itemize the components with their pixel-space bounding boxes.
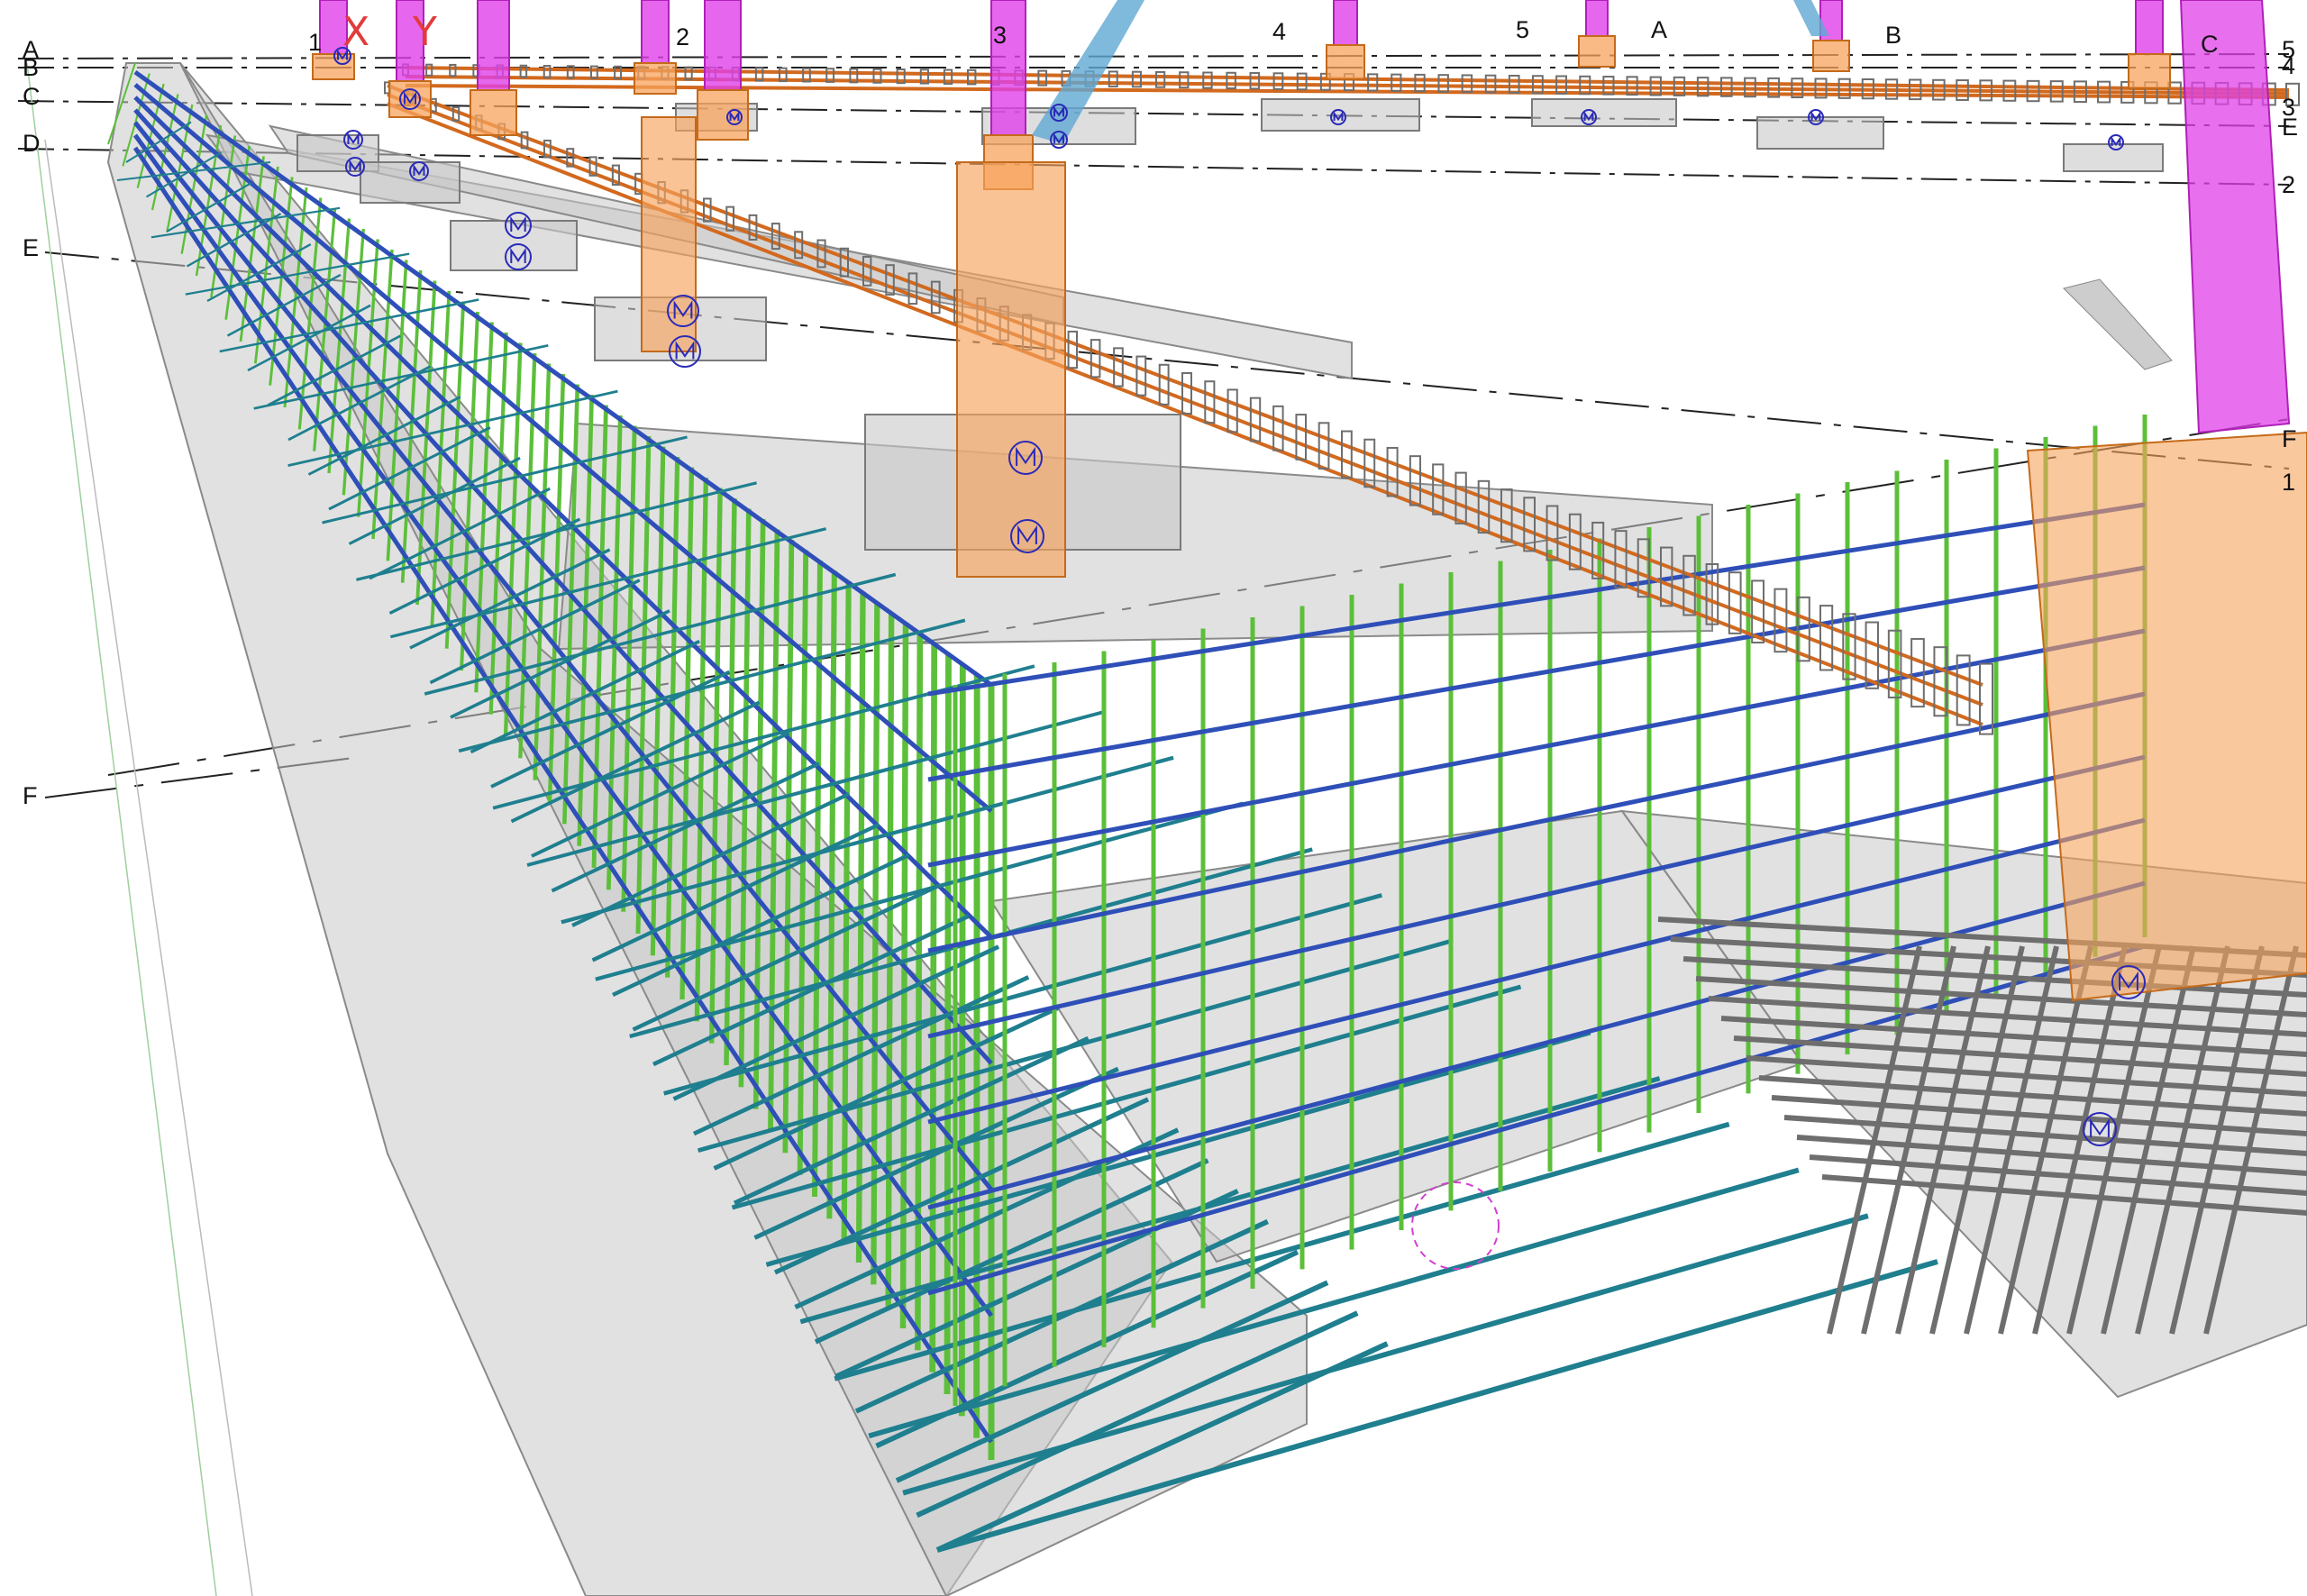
grid-label-right-4-1: 4 (2282, 52, 2296, 79)
pedestal-1 (388, 80, 432, 118)
grid-label-right-2-4: 2 (2282, 171, 2296, 198)
beam-cage-diagonal-stirrup-34 (1158, 363, 1170, 406)
beam-cage-top-stirrup-45 (1461, 74, 1473, 94)
beam-cage-top-stirrup-41 (1367, 73, 1379, 92)
footing-pad-8 (1531, 98, 1677, 127)
steel-column-3 (641, 0, 670, 64)
beam-cage-diagonal-stirrup-32 (1113, 347, 1124, 388)
beam-cage-diagonal-stirrup-3 (451, 106, 460, 122)
beam-cage-diagonal-stirrup-41 (1318, 422, 1330, 470)
wall-vertical-bar-55 (915, 633, 924, 1351)
steel-column-5 (990, 0, 1026, 136)
beam-cage-top-stirrup-35 (1226, 71, 1236, 90)
grid-label-top-1: 1 (308, 29, 323, 56)
beam-cage-top-stirrup-43 (1414, 73, 1426, 93)
pedestal-front (956, 161, 1066, 578)
axis-y-label: Y (413, 9, 437, 55)
beam-cage-top-stirrup-44 (1437, 74, 1449, 93)
wall-vertical-bar-56 (929, 643, 938, 1373)
steel-column-right (2179, 0, 2291, 434)
steel-column-6 (1333, 0, 1358, 46)
steel-column-7 (1585, 0, 1609, 37)
concrete-elements (106, 62, 2307, 1596)
grid-label-left-B: B (23, 54, 40, 81)
wall-vertical-bar-59 (973, 674, 980, 1438)
beam-cage-diagonal-stirrup-37 (1226, 388, 1238, 433)
grid-label-left-D: D (23, 130, 41, 157)
grid-label-right-1-6: 1 (2282, 469, 2296, 496)
pedestal-2 (470, 89, 517, 136)
pedestal-7 (1578, 35, 1616, 68)
wall-vertical-bar-54 (899, 622, 909, 1329)
grid-label-left-C: C (23, 83, 41, 110)
grid-label-top-A: A (1651, 16, 1668, 43)
beam-cage-diagonal-stirrup-40 (1295, 414, 1308, 461)
beam-cage-diagonal-stirrup-31 (1090, 339, 1101, 378)
grid-label-left-E: E (23, 234, 40, 261)
grid-label-right-F-5: F (2282, 425, 2297, 452)
model-viewport[interactable]: X Y ABCDEF12345ABC543E2F1 (0, 0, 2307, 1596)
beam-cage-diagonal-stirrup-42 (1341, 430, 1353, 479)
pedestal-8 (1812, 40, 1850, 72)
grid-label-top-4: 4 (1272, 18, 1287, 45)
wall-vertical-bar-53 (885, 612, 895, 1307)
beam-cage-diagonal-stirrup-35 (1181, 372, 1192, 415)
grid-label-top-B: B (1885, 22, 1902, 49)
pedestal-right (2026, 431, 2307, 1002)
pedestal-6 (1326, 44, 1365, 80)
grid-label-top-C: C (2201, 31, 2219, 58)
beam-cage-top-stirrup-38 (1296, 72, 1308, 91)
beam-cage-diagonal-stirrup-33 (1135, 355, 1147, 397)
grid-label-top-5: 5 (1516, 16, 1530, 43)
beam-cage-top-stirrup-37 (1272, 72, 1284, 90)
beam-cage-top-stirrup-46 (1484, 74, 1497, 94)
beam-cage-diagonal-stirrup-39 (1272, 405, 1284, 451)
beam-cage-top-stirrup-47 (1508, 74, 1520, 95)
bracket (2063, 278, 2173, 370)
beam-cage-top-stirrup-48 (1532, 75, 1544, 95)
beam-cage-top-stirrup-42 (1391, 73, 1402, 92)
beam-cage-diagonal-stirrup-61 (1774, 588, 1788, 653)
rebar-3d-scene[interactable] (0, 0, 2307, 1596)
wall-vertical-bar-51 (855, 591, 866, 1263)
pedestal-3 (634, 62, 677, 95)
grid-label-left-F: F (23, 782, 38, 809)
beam-cage-diagonal-stirrup-36 (1204, 380, 1216, 424)
axis-x-label: X (342, 9, 370, 55)
beam-cage-diagonal-stirrup-59 (1728, 571, 1742, 634)
steel-column-4 (704, 0, 742, 91)
steel-column-2 (477, 0, 510, 91)
pedestal-0 (312, 53, 355, 80)
beam-cage-diagonal-stirrup-30 (1067, 330, 1078, 369)
beam-cage-diagonal-stirrup-38 (1249, 397, 1262, 442)
grid-label-top-2: 2 (676, 23, 690, 50)
pedestal-9 (2128, 53, 2171, 89)
beam-cage-top-stirrup-36 (1249, 72, 1261, 90)
grid-label-top-3: 3 (993, 22, 1008, 49)
grid-label-right-E-3: E (2282, 114, 2299, 141)
steel-column-9 (2135, 0, 2164, 55)
